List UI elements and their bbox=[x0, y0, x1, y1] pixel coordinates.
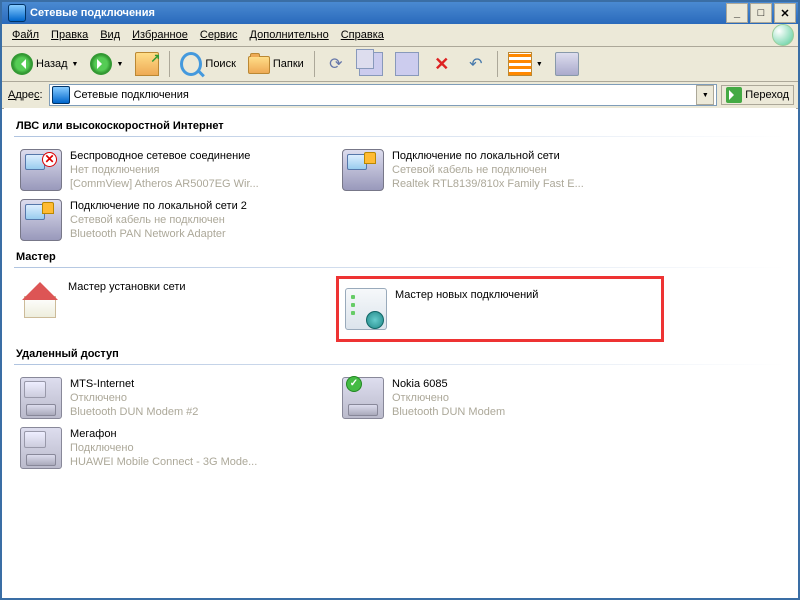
section-header-dialup: Удаленный доступ bbox=[16, 348, 786, 360]
address-dropdown-button[interactable]: ▼ bbox=[696, 85, 714, 105]
address-input[interactable]: Сетевые подключения ▼ bbox=[49, 84, 718, 106]
brand-logo-icon bbox=[772, 24, 794, 46]
menu-file[interactable]: Файл bbox=[6, 27, 45, 43]
location-icon bbox=[52, 86, 70, 104]
titlebar: Сетевые подключения _ □ ✕ bbox=[2, 2, 798, 24]
close-button[interactable]: ✕ bbox=[774, 3, 796, 23]
connection-title: Подключение по локальной сети 2 bbox=[70, 199, 247, 213]
connection-device: Bluetooth DUN Modem bbox=[392, 405, 505, 419]
connection-title: Подключение по локальной сети bbox=[392, 149, 584, 163]
connection-title: Мегафон bbox=[70, 427, 257, 441]
folders-label: Папки bbox=[273, 58, 304, 70]
menubar: Файл Правка Вид Избранное Сервис Дополни… bbox=[2, 24, 798, 47]
search-button[interactable]: Поиск bbox=[175, 50, 240, 78]
search-label: Поиск bbox=[205, 58, 235, 70]
modem-icon bbox=[20, 377, 62, 419]
connection-title: Nokia 6085 bbox=[392, 377, 505, 391]
connection-item[interactable]: Подключение по локальной сети Сетевой ка… bbox=[336, 145, 658, 195]
views-button[interactable]: ▼ bbox=[503, 49, 548, 79]
modem-icon bbox=[20, 427, 62, 469]
chevron-down-icon: ▼ bbox=[72, 61, 79, 68]
move-to-button[interactable] bbox=[354, 49, 388, 79]
toolbar: Назад ▼ ▼ Поиск Папки ⟳ ✕ ↶ ▼ bbox=[2, 47, 798, 82]
window-title: Сетевые подключения bbox=[30, 7, 724, 19]
go-label: Переход bbox=[745, 89, 789, 101]
sync-button[interactable]: ⟳ bbox=[320, 50, 352, 78]
lan-items: Беспроводное сетевое соединение Нет подк… bbox=[14, 145, 786, 245]
menu-help[interactable]: Справка bbox=[335, 27, 390, 43]
address-label: Адрес: bbox=[6, 89, 45, 101]
wizard-item-network-setup[interactable]: Мастер установки сети bbox=[14, 276, 336, 342]
connection-device: Realtek RTL8139/810x Family Fast E... bbox=[392, 177, 584, 191]
app-icon bbox=[8, 4, 26, 22]
up-button[interactable] bbox=[130, 49, 164, 79]
connection-item[interactable]: Мегафон Подключено HUAWEI Mobile Connect… bbox=[14, 423, 336, 473]
connection-status: Сетевой кабель не подключен bbox=[392, 163, 584, 177]
connection-device: [CommView] Atheros AR5007EG Wir... bbox=[70, 177, 259, 191]
chevron-down-icon: ▼ bbox=[116, 61, 123, 68]
connection-item[interactable]: Беспроводное сетевое соединение Нет подк… bbox=[14, 145, 336, 195]
menu-favorites[interactable]: Избранное bbox=[126, 27, 194, 43]
menu-edit[interactable]: Правка bbox=[45, 27, 94, 43]
delete-icon: ✕ bbox=[431, 53, 453, 75]
network-disconnected-firewalled-icon bbox=[342, 149, 384, 191]
views-icon bbox=[508, 52, 532, 76]
back-button[interactable]: Назад ▼ bbox=[6, 50, 83, 78]
copy-to-button[interactable] bbox=[390, 49, 424, 79]
back-label: Назад bbox=[36, 58, 68, 70]
go-icon bbox=[726, 87, 742, 103]
wizard-title: Мастер новых подключений bbox=[395, 288, 538, 302]
network-connections-window: Сетевые подключения _ □ ✕ Файл Правка Ви… bbox=[0, 0, 800, 600]
wizard-title: Мастер установки сети bbox=[68, 280, 186, 294]
copy-icon bbox=[395, 52, 419, 76]
undo-button[interactable]: ↶ bbox=[460, 50, 492, 78]
addressbar: Адрес: Сетевые подключения ▼ Переход bbox=[2, 82, 798, 109]
modem-ok-icon bbox=[342, 377, 384, 419]
unknown-icon bbox=[555, 52, 579, 76]
forward-icon bbox=[90, 53, 112, 75]
connection-device: Bluetooth DUN Modem #2 bbox=[70, 405, 198, 419]
connection-device: Bluetooth PAN Network Adapter bbox=[70, 227, 247, 241]
undo-icon: ↶ bbox=[465, 53, 487, 75]
connection-title: MTS-Internet bbox=[70, 377, 198, 391]
section-header-wizard: Мастер bbox=[16, 251, 786, 263]
network-disconnected-firewalled-icon bbox=[20, 199, 62, 241]
connection-status: Отключено bbox=[70, 391, 198, 405]
house-icon bbox=[20, 280, 60, 320]
menu-advanced[interactable]: Дополнительно bbox=[244, 27, 335, 43]
go-button[interactable]: Переход bbox=[721, 85, 794, 105]
wizard-item-new-connection[interactable]: Мастер новых подключений bbox=[336, 276, 664, 342]
menu-tools[interactable]: Сервис bbox=[194, 27, 244, 43]
section-header-lan: ЛВС или высокоскоростной Интернет bbox=[16, 120, 786, 132]
chevron-down-icon: ▼ bbox=[536, 61, 543, 68]
sync-icon: ⟳ bbox=[325, 53, 347, 75]
new-connection-wizard-icon bbox=[345, 288, 387, 330]
folder-icon bbox=[248, 56, 270, 74]
connection-item[interactable]: MTS-Internet Отключено Bluetooth DUN Mod… bbox=[14, 373, 336, 423]
delete-button[interactable]: ✕ bbox=[426, 50, 458, 78]
maximize-button[interactable]: □ bbox=[750, 3, 772, 23]
network-disconnected-icon bbox=[20, 149, 62, 191]
connection-status: Нет подключения bbox=[70, 163, 259, 177]
forward-button[interactable]: ▼ bbox=[85, 50, 128, 78]
address-value: Сетевые подключения bbox=[74, 89, 189, 101]
connection-status: Сетевой кабель не подключен bbox=[70, 213, 247, 227]
move-icon bbox=[359, 52, 383, 76]
connection-title: Беспроводное сетевое соединение bbox=[70, 149, 259, 163]
connection-status: Подключено bbox=[70, 441, 257, 455]
dialup-items: MTS-Internet Отключено Bluetooth DUN Mod… bbox=[14, 373, 786, 473]
wizard-items: Мастер установки сети Мастер новых подкл… bbox=[14, 276, 786, 342]
connection-item[interactable]: Nokia 6085 Отключено Bluetooth DUN Modem bbox=[336, 373, 658, 423]
minimize-button[interactable]: _ bbox=[726, 3, 748, 23]
connection-status: Отключено bbox=[392, 391, 505, 405]
back-icon bbox=[11, 53, 33, 75]
folder-up-icon bbox=[135, 52, 159, 76]
search-icon bbox=[180, 52, 202, 76]
toolbar-extra-button[interactable] bbox=[550, 49, 584, 79]
menu-view[interactable]: Вид bbox=[94, 27, 126, 43]
connection-device: HUAWEI Mobile Connect - 3G Mode... bbox=[70, 455, 257, 469]
content-area: ЛВС или высокоскоростной Интернет Беспро… bbox=[4, 108, 796, 596]
folders-button[interactable]: Папки bbox=[243, 50, 309, 78]
connection-item[interactable]: Подключение по локальной сети 2 Сетевой … bbox=[14, 195, 336, 245]
